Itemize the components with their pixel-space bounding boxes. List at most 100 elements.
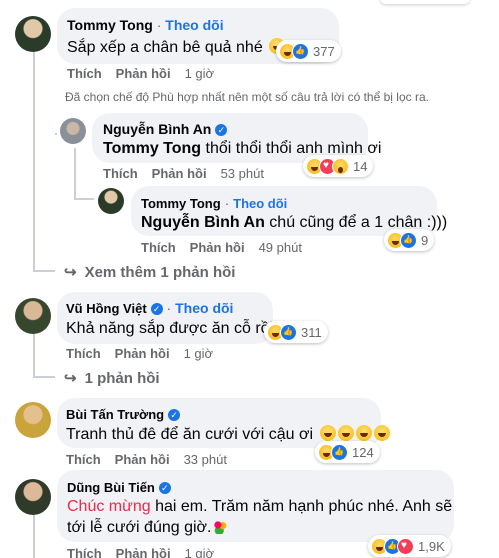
avatar[interactable] xyxy=(15,16,51,52)
comment-text-content: hai em. Trăm năm hạnh phúc nhé. Anh sẽ xyxy=(155,498,453,515)
comment-text: Khả năng sắp được ăn cỗ rồi xyxy=(66,318,273,339)
separator-dot: · xyxy=(152,17,166,33)
thread-line xyxy=(33,270,55,272)
comment-text-line1: Chúc mừng hai em. Trăm năm hạnh phúc nhé… xyxy=(67,496,452,517)
reply-button[interactable]: Phản hồi xyxy=(116,546,171,558)
wow-reaction-icon xyxy=(332,157,349,175)
timestamp[interactable]: 1 giờ xyxy=(184,346,214,361)
author-name[interactable]: Dũng Bùi Tiến xyxy=(67,480,155,495)
like-button[interactable]: Thích xyxy=(66,452,101,467)
like-button[interactable]: Thích xyxy=(66,346,101,361)
like-reaction-icon xyxy=(400,231,417,249)
comment-text-content: Sắp xếp a chân bê quả nhé xyxy=(67,39,263,56)
reaction-summary[interactable]: 377 xyxy=(276,40,341,62)
grin-emoji-icon xyxy=(373,425,390,441)
verified-badge-icon: ✓ xyxy=(158,482,171,494)
reply-button[interactable]: Phản hồi xyxy=(116,66,171,81)
comment-text-content: Tranh thủ đê để ăn cưới với cậu ơi xyxy=(66,426,314,443)
avatar[interactable] xyxy=(15,479,51,515)
mention-link[interactable]: Tommy Tong xyxy=(103,140,201,157)
verified-badge-icon: ✓ xyxy=(150,303,163,315)
mention-link[interactable]: Nguyễn Bình An xyxy=(141,214,265,231)
timestamp[interactable]: 49 phút xyxy=(259,240,302,255)
reaction-count: 377 xyxy=(313,43,335,59)
comment-actions: Thích Phản hồi 49 phút xyxy=(141,240,302,255)
filter-note: Đã chọn chế độ Phù hợp nhất nên một số c… xyxy=(65,90,429,104)
partial-reaction-top xyxy=(380,0,470,4)
reply-arrow-icon: ↪ xyxy=(64,370,77,387)
reaction-summary[interactable]: 1,9K xyxy=(368,535,451,557)
grin-emoji-icon xyxy=(337,425,354,441)
author-name[interactable]: Bùi Tấn Trường xyxy=(66,407,164,422)
avatar[interactable] xyxy=(15,298,51,334)
like-button[interactable]: Thích xyxy=(141,240,176,255)
bouquet-emoji-icon xyxy=(213,520,228,534)
avatar[interactable] xyxy=(60,118,86,144)
reaction-count: 1,9K xyxy=(418,538,445,554)
like-reaction-icon xyxy=(292,42,309,60)
comment-actions: Thích Phản hồi 1 giờ xyxy=(66,346,213,361)
like-button[interactable]: Thích xyxy=(67,66,102,81)
timestamp[interactable]: 53 phút xyxy=(221,166,264,181)
like-reaction-icon xyxy=(280,323,297,341)
reaction-summary[interactable]: 9 xyxy=(384,229,435,251)
thread-line xyxy=(74,198,94,200)
author-name[interactable]: Tommy Tong xyxy=(141,196,221,211)
comment-actions: Thích Phản hồi 1 giờ xyxy=(67,546,214,558)
reply-button[interactable]: Phản hồi xyxy=(190,240,245,255)
comment-header: Dũng Bùi Tiến ✓ xyxy=(67,479,171,497)
avatar[interactable] xyxy=(98,188,124,214)
author-name[interactable]: Nguyễn Bình An xyxy=(103,121,211,137)
thread-line xyxy=(33,376,55,378)
timestamp[interactable]: 33 phút xyxy=(184,452,227,467)
love-reaction-icon xyxy=(397,537,414,555)
follow-button[interactable]: Theo dõi xyxy=(233,196,287,211)
thread-line xyxy=(55,133,57,135)
reaction-summary[interactable]: 311 xyxy=(264,321,328,343)
author-name[interactable]: Vũ Hồng Việt xyxy=(66,301,147,316)
thread-line xyxy=(33,50,35,272)
comment-actions: Thích Phản hồi 33 phút xyxy=(66,452,227,467)
comment-header: Nguyễn Bình An ✓ xyxy=(103,121,228,139)
reply-arrow-icon: ↪ xyxy=(64,264,77,281)
view-more-replies-button[interactable]: ↪ Xem thêm 1 phản hồi xyxy=(64,263,236,282)
comment-actions: Thích Phản hồi 53 phút xyxy=(103,166,264,181)
view-replies-button[interactable]: ↪ 1 phản hồi xyxy=(64,369,160,388)
avatar[interactable] xyxy=(15,402,51,438)
timestamp[interactable]: 1 giờ xyxy=(185,546,215,558)
reaction-count: 311 xyxy=(301,324,322,340)
like-button[interactable]: Thích xyxy=(67,546,102,558)
reaction-count: 124 xyxy=(352,444,374,460)
thread-line xyxy=(33,330,35,378)
grin-emoji-icon xyxy=(319,425,336,441)
timestamp[interactable]: 1 giờ xyxy=(185,66,215,81)
reply-button[interactable]: Phản hồi xyxy=(115,346,170,361)
view-more-label: Xem thêm 1 phản hồi xyxy=(84,263,236,281)
comment-header: Tommy Tong · Theo dõi xyxy=(67,17,224,35)
comment-text: Sắp xếp a chân bê quả nhé xyxy=(67,37,286,58)
comment-header: Bùi Tấn Trường ✓ xyxy=(66,406,181,424)
highlight-text: Chúc mừng xyxy=(67,498,151,515)
separator-dot: · xyxy=(162,300,176,316)
thread-line xyxy=(74,148,76,200)
reaction-count: 14 xyxy=(353,158,368,174)
follow-button[interactable]: Theo dõi xyxy=(165,17,223,33)
verified-badge-icon: ✓ xyxy=(168,409,181,421)
follow-button[interactable]: Theo dõi xyxy=(175,300,233,316)
comment-actions: Thích Phản hồi 1 giờ xyxy=(67,66,214,81)
comment-header: Tommy Tong · Theo dõi xyxy=(141,195,287,213)
comment-text-content: Khả năng sắp được ăn cỗ rồi xyxy=(66,320,274,337)
separator-dot: · xyxy=(220,195,234,211)
author-name[interactable]: Tommy Tong xyxy=(67,17,153,33)
reply-button[interactable]: Phản hồi xyxy=(115,452,170,467)
comment-header: Vũ Hồng Việt ✓ · Theo dõi xyxy=(66,300,233,318)
thread-line xyxy=(33,515,35,558)
reply-button[interactable]: Phản hồi xyxy=(152,166,207,181)
reaction-count: 9 xyxy=(421,232,429,248)
grin-emoji-icon xyxy=(355,425,372,441)
reaction-summary[interactable]: 124 xyxy=(315,441,380,463)
reaction-summary[interactable]: 14 xyxy=(303,155,374,177)
like-reaction-icon xyxy=(331,443,348,461)
view-replies-label: 1 phản hồi xyxy=(84,369,160,387)
like-button[interactable]: Thích xyxy=(103,166,138,181)
